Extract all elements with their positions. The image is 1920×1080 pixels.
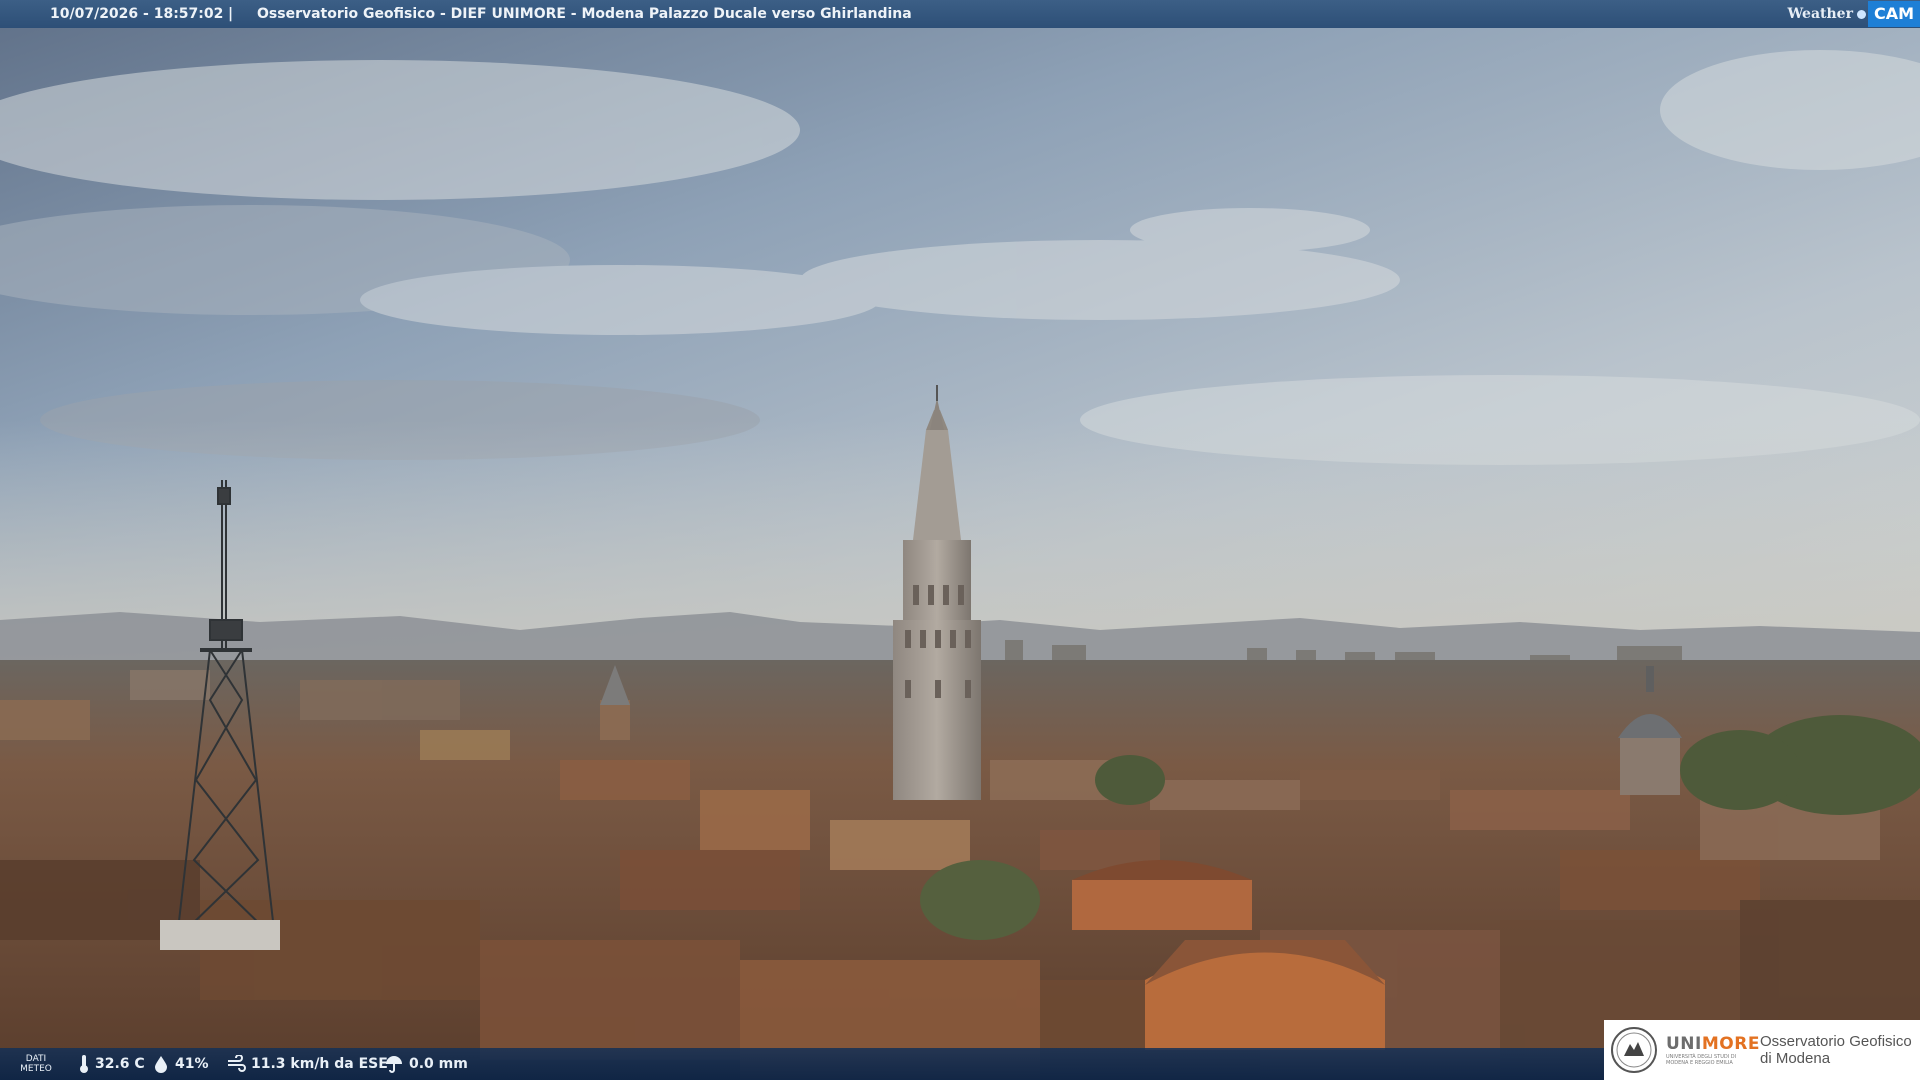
weathercam-logo: Weather CAM [1787,0,1920,28]
weather-label-line1: DATI [25,1054,47,1064]
timestamp: 10/07/2026 - 18:57:02 [50,6,224,22]
university-seal-icon [1611,1027,1657,1073]
top-info-bar: 10/07/2026 - 18:57:02 | Osservatorio Geo… [0,0,1920,28]
wind-value: 11.3 km/h da ESE [251,1056,388,1072]
umbrella-icon [386,1056,402,1073]
webcam-image [0,0,1920,1080]
rain-reading: 0.0 mm [384,1048,468,1080]
unimore-logo-panel: UNIMORE UNIVERSITÀ DEGLI STUDI DI MODENA… [1604,1020,1920,1080]
separator: | [228,6,234,22]
weather-label-line2: METEO [20,1064,52,1074]
location-title: Osservatorio Geofisico - DIEF UNIMORE - … [257,6,912,22]
round-building [1072,860,1252,930]
brand-cam-text: CAM [1867,1,1920,27]
wind-icon [228,1055,246,1072]
thermometer-icon [80,1055,88,1073]
temperature-reading: 32.6 C [78,1048,145,1080]
unimore-wordmark: UNIMORE UNIVERSITÀ DEGLI STUDI DI MODENA… [1666,1034,1759,1066]
octagonal-building [1145,940,1385,1050]
humidity-value: 41% [175,1056,209,1072]
weather-data-label: DATI METEO [18,1054,54,1074]
observatory-line1: Osservatorio Geofisico [1760,1033,1912,1050]
unimore-uni: UNI [1666,1034,1702,1054]
unimore-subtitle: UNIVERSITÀ DEGLI STUDI DI MODENA E REGGI… [1666,1054,1737,1066]
brand-dot-icon [1856,9,1866,19]
antenna-base [160,920,280,950]
humidity-reading: 41% [152,1048,209,1080]
humidity-drop-icon [155,1056,167,1073]
observatory-name: Osservatorio Geofisico di Modena [1760,1033,1912,1067]
wind-reading: 11.3 km/h da ESE [226,1048,388,1080]
unimore-more: MORE [1701,1034,1760,1054]
brand-weather-text: Weather [1787,6,1853,22]
observatory-line2: di Modena [1760,1050,1831,1067]
rain-value: 0.0 mm [409,1056,468,1072]
temperature-value: 32.6 C [95,1056,145,1072]
